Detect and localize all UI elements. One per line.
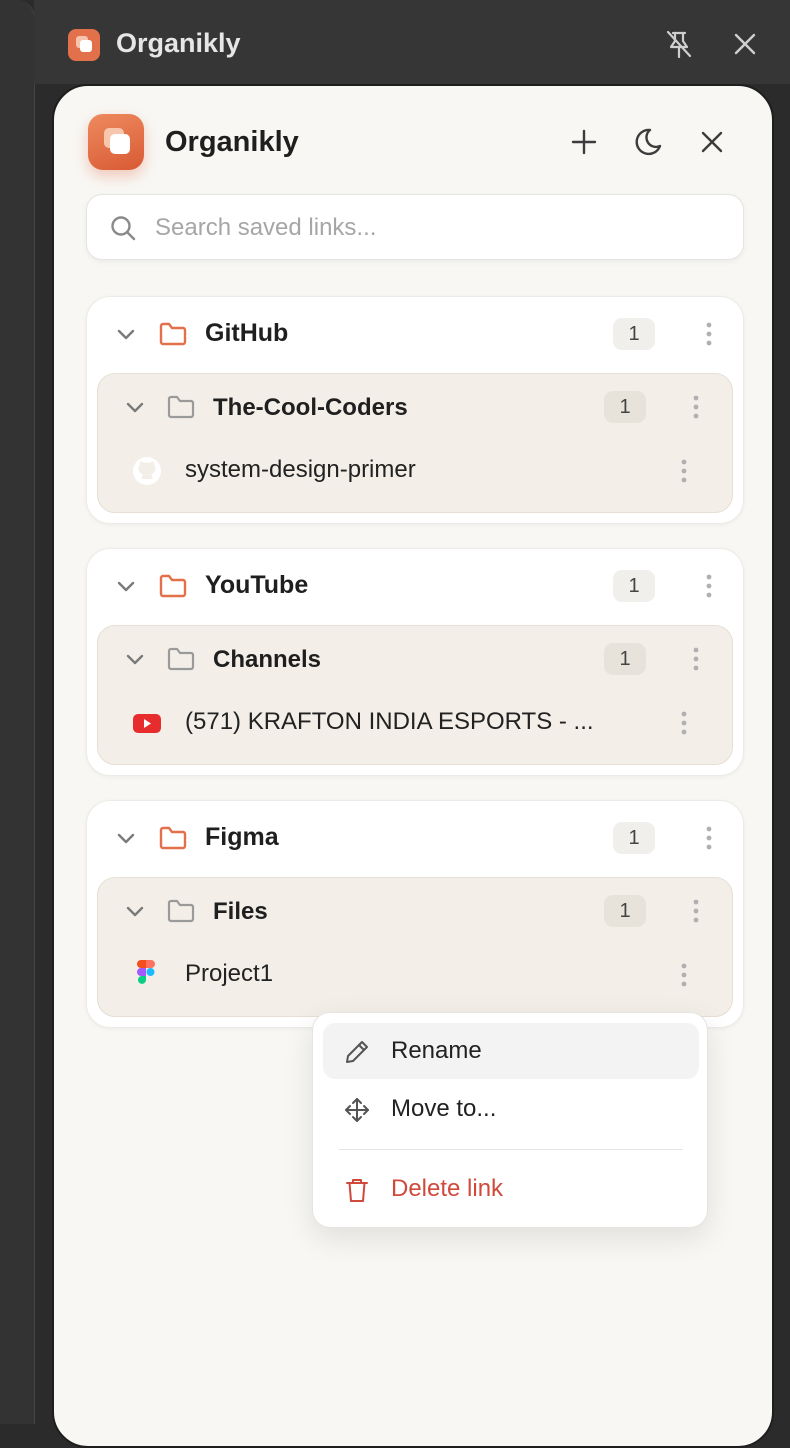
search-bar xyxy=(86,194,744,260)
menu-item-label: Move to... xyxy=(391,1095,497,1122)
menu-separator xyxy=(339,1149,683,1150)
folder-card-figma: Figma 1 Files 1 Project1 xyxy=(86,800,744,1028)
folder-count-badge: 1 xyxy=(613,570,655,602)
more-options-icon[interactable] xyxy=(672,456,696,486)
close-panel-button[interactable] xyxy=(694,124,730,160)
rename-menu-item[interactable]: Rename xyxy=(323,1023,699,1079)
window-app-icon xyxy=(68,29,100,61)
subfolder-name[interactable]: The-Cool-Coders xyxy=(213,394,408,422)
add-link-button[interactable] xyxy=(566,124,602,160)
folder-icon xyxy=(158,572,188,600)
folder-icon xyxy=(166,393,196,421)
close-icon xyxy=(694,124,730,160)
window-title: Organikly xyxy=(116,28,241,58)
chevron-down-icon[interactable] xyxy=(124,648,146,670)
dark-mode-toggle[interactable] xyxy=(630,124,666,160)
chevron-down-icon[interactable] xyxy=(124,396,146,418)
move-icon xyxy=(343,1096,371,1124)
link-context-menu: Rename Move to... Delete link xyxy=(312,1012,708,1228)
more-options-icon[interactable] xyxy=(684,644,708,674)
subfolder-count-badge: 1 xyxy=(604,895,646,927)
delete-link-menu-item[interactable]: Delete link xyxy=(323,1161,699,1217)
subfolder-name[interactable]: Files xyxy=(213,898,268,926)
pencil-icon xyxy=(343,1038,371,1066)
folder-name[interactable]: YouTube xyxy=(205,571,308,600)
folder-count-badge: 1 xyxy=(613,822,655,854)
folder-icon xyxy=(158,320,188,348)
folder-card-github: GitHub 1 The-Cool-Coders 1 system-design… xyxy=(86,296,744,524)
subfolder-count-badge: 1 xyxy=(604,643,646,675)
folder-name[interactable]: GitHub xyxy=(205,319,288,348)
folder-icon xyxy=(166,645,196,673)
subfolder-name[interactable]: Channels xyxy=(213,646,321,674)
folder-icon xyxy=(166,897,196,925)
link-title: system-design-primer xyxy=(185,456,416,483)
link-item[interactable]: (571) KRAFTON INDIA ESPORTS - ... xyxy=(98,690,732,756)
window-close-icon[interactable] xyxy=(730,28,760,60)
figma-icon xyxy=(132,958,162,990)
chevron-down-icon[interactable] xyxy=(115,575,137,597)
menu-item-label: Delete link xyxy=(391,1175,504,1202)
folder-name[interactable]: Figma xyxy=(205,823,279,852)
search-input[interactable] xyxy=(153,207,717,249)
app-logo xyxy=(88,114,144,170)
chevron-down-icon[interactable] xyxy=(124,900,146,922)
more-options-icon[interactable] xyxy=(697,319,721,349)
more-options-icon[interactable] xyxy=(684,392,708,422)
unpin-icon[interactable] xyxy=(664,28,694,60)
move-to-menu-item[interactable]: Move to... xyxy=(323,1081,699,1137)
link-title: Project1 xyxy=(185,960,274,987)
more-options-icon[interactable] xyxy=(672,960,696,990)
chevron-down-icon[interactable] xyxy=(115,827,137,849)
search-icon xyxy=(109,214,137,242)
folder-card-youtube: YouTube 1 Channels 1 (571) KRAFTON INDIA… xyxy=(86,548,744,776)
subfolder: Channels 1 (571) KRAFTON INDIA ESPORTS -… xyxy=(97,625,733,765)
link-title: (571) KRAFTON INDIA ESPORTS - ... xyxy=(185,708,594,735)
menu-item-label: Rename xyxy=(391,1037,482,1064)
github-icon xyxy=(132,456,162,486)
link-item[interactable]: system-design-primer xyxy=(98,438,732,504)
subfolder-count-badge: 1 xyxy=(604,391,646,423)
folder-count-badge: 1 xyxy=(613,318,655,350)
more-options-icon[interactable] xyxy=(684,896,708,926)
folder-icon xyxy=(158,824,188,852)
youtube-icon xyxy=(132,708,162,738)
more-options-icon[interactable] xyxy=(672,708,696,738)
app-title: Organikly xyxy=(165,126,299,158)
moon-icon xyxy=(630,124,666,160)
link-item[interactable]: Project1 xyxy=(98,942,732,1008)
background-window xyxy=(0,0,35,1424)
chevron-down-icon[interactable] xyxy=(115,323,137,345)
more-options-icon[interactable] xyxy=(697,823,721,853)
subfolder: Files 1 Project1 xyxy=(97,877,733,1017)
more-options-icon[interactable] xyxy=(697,571,721,601)
trash-icon xyxy=(343,1176,371,1204)
subfolder: The-Cool-Coders 1 system-design-primer xyxy=(97,373,733,513)
